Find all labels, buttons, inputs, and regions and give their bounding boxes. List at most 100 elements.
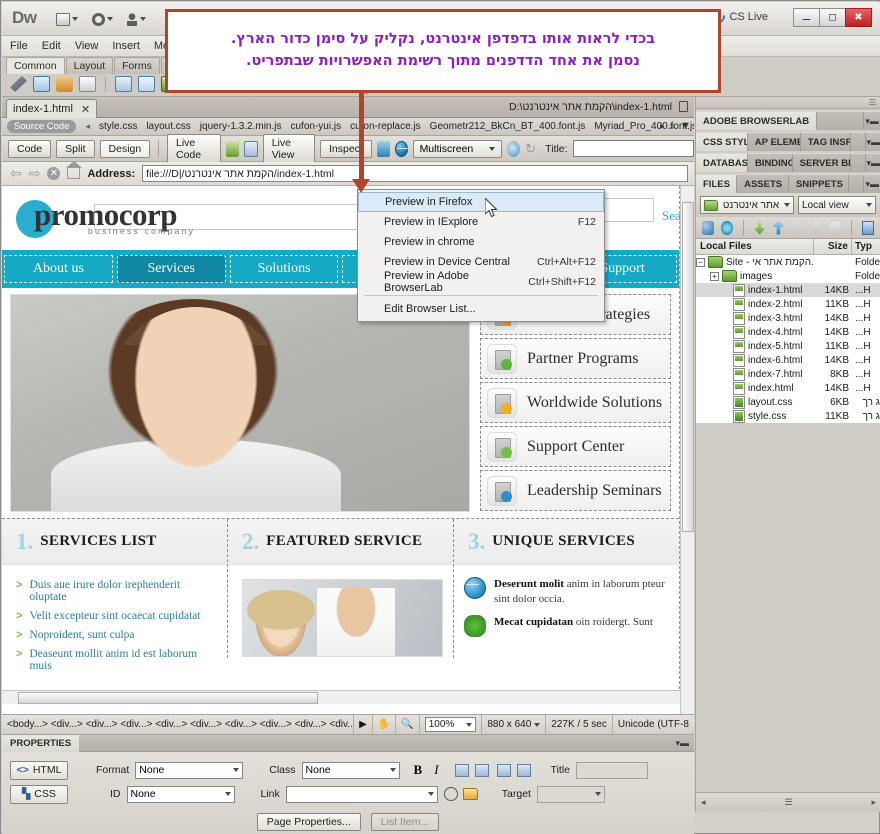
table-row[interactable]: style.css 11KB ג רך bbox=[696, 409, 880, 423]
close-button[interactable]: ✖ bbox=[845, 8, 872, 27]
table-row[interactable]: index-5.html 11KB ...H bbox=[696, 339, 880, 353]
scrollbar-thumb[interactable] bbox=[682, 202, 694, 532]
panel-tab-snippets[interactable]: SNIPPETS bbox=[789, 175, 850, 193]
list-item-button[interactable]: List Item... bbox=[370, 813, 440, 831]
html-tab-button[interactable]: <> HTML bbox=[10, 760, 68, 780]
table-row[interactable]: index-6.html 14KB ...H bbox=[696, 353, 880, 367]
menu-item-edit-browser-list[interactable]: Edit Browser List... bbox=[358, 299, 604, 319]
panel-menu-icon[interactable]: ▾▬ bbox=[675, 738, 694, 749]
scroll-right-icon[interactable]: ▸ bbox=[660, 121, 665, 132]
panel-menu-icon[interactable]: ▾▬ bbox=[866, 133, 880, 151]
site-selector[interactable]: אתר אינטרנט bbox=[700, 196, 794, 214]
insert-tab-forms[interactable]: Forms bbox=[114, 57, 160, 74]
document-tab[interactable]: index-1.html ✕ bbox=[6, 99, 98, 118]
list-item[interactable]: > Velit excepteur sint ocaecat cupidatat bbox=[16, 610, 219, 622]
window-size[interactable]: 880 x 640 bbox=[481, 715, 545, 734]
list-item[interactable]: > Deaseunt mollit anim id est laborum mui… bbox=[16, 648, 219, 672]
table-row[interactable]: index-2.html 11KB ...H bbox=[696, 297, 880, 311]
insert-tab-layout[interactable]: Layout bbox=[65, 57, 114, 74]
menu-item-insert[interactable]: Insert bbox=[112, 40, 140, 52]
indent-icon[interactable] bbox=[516, 763, 531, 777]
unordered-list-icon[interactable] bbox=[454, 763, 469, 777]
menu-item-preview-firefox[interactable]: Preview in Firefox bbox=[358, 192, 604, 212]
target-select[interactable] bbox=[536, 785, 605, 803]
put-files-icon[interactable] bbox=[772, 220, 785, 235]
scroll-right-icon[interactable]: ▸ bbox=[871, 797, 876, 808]
panel-tab-assets[interactable]: ASSETS bbox=[737, 175, 789, 193]
sidebar-item-worldwide-solutions[interactable]: Worldwide Solutions bbox=[480, 382, 671, 423]
check-out-icon[interactable] bbox=[791, 220, 804, 235]
panel-tab-ap-elements[interactable]: AP ELEMENT bbox=[748, 133, 801, 151]
sidebar-item-partner-programs[interactable]: Partner Programs bbox=[480, 338, 671, 379]
related-file-jquery[interactable]: jquery-1.3.2.min.js bbox=[200, 121, 282, 132]
panel-menu-icon[interactable]: ▾▬ bbox=[866, 154, 880, 172]
related-file-layout-css[interactable]: layout.css bbox=[146, 121, 190, 132]
maximize-button[interactable]: ◻ bbox=[819, 8, 846, 27]
address-input[interactable]: file:///D|/הקמת אתר אינטרנט/index-1.html bbox=[142, 165, 688, 182]
panel-tab-server-behaviors[interactable]: SERVER BEHA bbox=[793, 154, 852, 172]
panel-tab-files[interactable]: FILES bbox=[696, 175, 738, 193]
column-header-name[interactable]: Local Files bbox=[696, 239, 814, 254]
code-view-button[interactable]: Code bbox=[8, 139, 52, 158]
panel-tab-bindings[interactable]: BINDINGS bbox=[748, 154, 793, 172]
browse-folder-icon[interactable] bbox=[462, 788, 478, 800]
horizontal-rule-icon[interactable] bbox=[79, 76, 96, 92]
css-tab-button[interactable]: ▚ CSS bbox=[10, 784, 68, 804]
panel-menu-icon[interactable]: ▾▬ bbox=[864, 112, 880, 130]
panel-tab-tag-inspector[interactable]: TAG INSPEC bbox=[801, 133, 852, 151]
italic-button[interactable]: I bbox=[434, 762, 438, 778]
check-in-icon[interactable] bbox=[810, 220, 823, 235]
zoom-tool[interactable]: 🔍 bbox=[395, 715, 418, 734]
insert-tab-common[interactable]: Common bbox=[6, 57, 65, 74]
panel-tab-databases[interactable]: DATABASES bbox=[696, 154, 748, 172]
stop-icon[interactable]: ✕ bbox=[47, 167, 61, 180]
preview-in-browser-icon[interactable] bbox=[394, 140, 410, 157]
link-select[interactable] bbox=[285, 785, 438, 803]
nav-item-about-us[interactable]: About us bbox=[4, 255, 113, 283]
column-header-size[interactable]: Size bbox=[814, 239, 852, 254]
minimize-button[interactable]: ⚊ bbox=[793, 8, 820, 27]
class-select[interactable]: None bbox=[301, 761, 400, 779]
site-settings-button[interactable] bbox=[92, 11, 113, 27]
refresh-icon[interactable]: ↻ bbox=[525, 141, 536, 157]
inspect-button[interactable]: Inspect bbox=[319, 139, 372, 158]
related-file-style-css[interactable]: style.css bbox=[99, 121, 137, 132]
get-files-icon[interactable] bbox=[753, 220, 766, 235]
home-icon[interactable] bbox=[66, 161, 83, 179]
forward-icon[interactable]: ⇨ bbox=[29, 165, 41, 182]
list-item[interactable]: Mecat cupidatan oin roidergt. Sunt bbox=[464, 614, 673, 637]
table-row[interactable]: + images Folde bbox=[696, 269, 880, 283]
filter-icon[interactable]: ▼ bbox=[680, 120, 691, 132]
bold-button[interactable]: B bbox=[414, 762, 423, 778]
sidebar-item-leadership-seminars[interactable]: Leadership Seminars bbox=[480, 470, 671, 511]
live-code-run-icon[interactable] bbox=[226, 140, 240, 157]
nav-item-solutions[interactable]: Solutions bbox=[229, 255, 339, 283]
title-input[interactable] bbox=[576, 761, 648, 779]
page-properties-button[interactable]: Page Properties... bbox=[256, 813, 361, 831]
panel-menu-icon[interactable]: ▾▬ bbox=[864, 175, 880, 193]
select-tool[interactable]: ▶ bbox=[353, 715, 372, 734]
panel-tab-css-styles[interactable]: CSS STYLES bbox=[696, 133, 748, 151]
extend-button[interactable] bbox=[126, 11, 146, 27]
table-icon[interactable] bbox=[115, 76, 132, 92]
canvas-vertical-scrollbar[interactable] bbox=[680, 186, 694, 714]
image-icon[interactable] bbox=[138, 76, 155, 92]
scrollbar-thumb[interactable] bbox=[18, 692, 318, 704]
list-item[interactable]: > Noproident, sunt culpa bbox=[16, 629, 219, 641]
zoom-level[interactable]: 100% bbox=[418, 715, 482, 734]
table-row[interactable]: index-1.html 14KB ...H bbox=[696, 283, 880, 297]
email-link-icon[interactable] bbox=[33, 76, 50, 92]
live-view-button[interactable]: Live View bbox=[262, 133, 315, 164]
list-item[interactable]: > Duis aue irure dolor irephenderit olupt… bbox=[16, 579, 219, 603]
thermometer-icon[interactable] bbox=[376, 140, 390, 157]
menu-item-preview-iexplore[interactable]: Preview in IExplore F12 bbox=[358, 212, 604, 232]
menu-item-edit[interactable]: Edit bbox=[42, 40, 61, 52]
workspace-switcher[interactable] bbox=[56, 11, 78, 27]
design-view-button[interactable]: Design bbox=[99, 139, 151, 158]
panel-tab-adobe-browserlab[interactable]: ADOBE BROWSERLAB bbox=[696, 112, 818, 130]
menu-item-file[interactable]: File bbox=[10, 40, 28, 52]
connect-icon[interactable] bbox=[702, 220, 714, 235]
split-view-button[interactable]: Split bbox=[56, 139, 95, 158]
live-code-button[interactable]: Live Code bbox=[167, 133, 222, 164]
dock-grip[interactable]: ☰ bbox=[696, 97, 880, 109]
